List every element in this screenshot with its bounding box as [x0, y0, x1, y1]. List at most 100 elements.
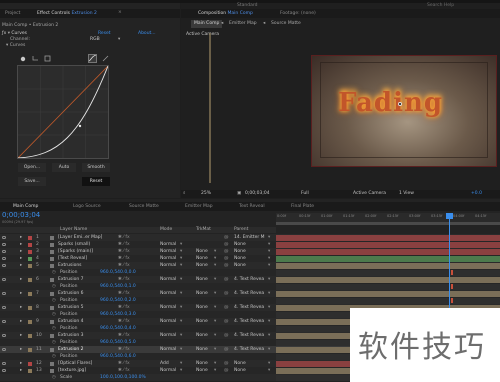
layer-duration-bar[interactable]	[276, 241, 500, 248]
layer-row[interactable]: ▸ 3 [Sparks (main)] ✱ ⁄ fx Normal ▾ None ▾ @ None…	[0, 248, 500, 255]
expand-triangle-icon[interactable]: ▸	[20, 276, 22, 283]
chevron-down-icon[interactable]: ▾	[268, 248, 270, 255]
layer-name[interactable]: [Sparks (main)]	[58, 248, 93, 255]
property-value[interactable]: 960.0,540.0,3.0	[100, 311, 136, 318]
chevron-down-icon[interactable]: ▾	[268, 332, 270, 339]
stopwatch-icon[interactable]: ◷	[52, 325, 56, 332]
reset-button[interactable]: Reset	[82, 177, 110, 186]
magnify-icon[interactable]: ⌕	[183, 190, 186, 198]
mode-select[interactable]: Normal	[160, 346, 176, 353]
curve-tool-icon[interactable]	[88, 54, 97, 63]
label-color-swatch[interactable]	[28, 319, 32, 324]
pencil-icon[interactable]	[102, 55, 109, 62]
chevron-down-icon[interactable]: ▾	[268, 290, 270, 297]
layer-duration-bar[interactable]	[276, 234, 500, 241]
parent-select[interactable]: 14. Emitter M	[234, 234, 265, 241]
parent-select[interactable]: None	[234, 262, 246, 269]
chevron-down-icon[interactable]: ▾	[268, 234, 270, 241]
switches-icon[interactable]: ✱ ⁄ fx	[118, 241, 130, 248]
label-color-swatch[interactable]	[28, 249, 32, 254]
comp-viewport[interactable]: Fading	[311, 55, 497, 167]
layer-duration-bar[interactable]	[276, 276, 500, 283]
chevron-down-icon[interactable]: ▾	[214, 276, 216, 283]
camera-icon[interactable]: ▣	[237, 190, 241, 198]
views-select[interactable]: 1 View	[399, 190, 414, 198]
chevron-down-icon[interactable]: ▾	[214, 346, 216, 353]
mode-select[interactable]: Normal	[160, 241, 176, 248]
layer-row[interactable]: ▸ 5 Extrusions ✱ ⁄ fx Normal ▾ None ▾ @ None ▾	[0, 262, 500, 269]
property-row[interactable]: ◷ Position 960.0,540.0,2.0	[0, 297, 500, 304]
visibility-eye-icon[interactable]	[2, 306, 6, 309]
chevron-down-icon[interactable]: ▾	[214, 255, 216, 262]
visibility-eye-icon[interactable]	[2, 292, 6, 295]
chevron-down-icon[interactable]: ▾	[180, 318, 182, 325]
chevron-down-icon[interactable]: ▾	[214, 304, 216, 311]
mode-select[interactable]: Normal	[160, 318, 176, 325]
switches-icon[interactable]: ✱ ⁄ fx	[118, 367, 130, 374]
chevron-down-icon[interactable]: ▾	[268, 255, 270, 262]
expand-triangle-icon[interactable]: ▸	[20, 304, 22, 311]
property-value[interactable]: 100.0,100.0,100.0%	[100, 374, 146, 381]
keyframe-icon[interactable]	[451, 270, 453, 275]
chevron-down-icon[interactable]: ▾	[268, 318, 270, 325]
parent-select[interactable]: None	[234, 360, 246, 367]
switches-icon[interactable]: ✱ ⁄ fx	[118, 262, 130, 269]
save-button[interactable]: Save...	[18, 177, 46, 186]
parent-select[interactable]: 4. Text Revea	[234, 276, 264, 283]
property-value[interactable]: 960.0,540.0,6.0	[100, 353, 136, 360]
mode-select[interactable]: Normal	[160, 290, 176, 297]
parent-select[interactable]: None	[234, 367, 246, 374]
keyframe-icon[interactable]	[451, 298, 453, 303]
parent-pickwhip-icon[interactable]: @	[224, 318, 229, 325]
parent-pickwhip-icon[interactable]: @	[224, 262, 229, 269]
anchor-point-icon[interactable]	[398, 102, 402, 106]
visibility-eye-icon[interactable]	[2, 257, 6, 260]
mode-select[interactable]: Normal	[160, 332, 176, 339]
tab-final-plate[interactable]: Final Plate	[288, 203, 317, 211]
mode-select[interactable]: Normal	[160, 304, 176, 311]
chevron-down-icon[interactable]: ▾	[180, 241, 182, 248]
tab-project[interactable]: Project	[2, 10, 23, 18]
property-value[interactable]: 960.0,540.0,0.0	[100, 269, 136, 276]
visibility-eye-icon[interactable]	[2, 362, 6, 365]
expand-triangle-icon[interactable]: ▸	[20, 318, 22, 325]
tab-effect-controls[interactable]: Effect Controls Extrusion 2	[34, 10, 100, 18]
expand-triangle-icon[interactable]: ▸	[20, 248, 22, 255]
chevron-down-icon[interactable]: ▾	[268, 304, 270, 311]
chevron-down-icon[interactable]: ▾	[214, 332, 216, 339]
parent-pickwhip-icon[interactable]: @	[224, 290, 229, 297]
camera-select[interactable]: Active Camera	[353, 190, 386, 198]
switches-icon[interactable]: ✱ ⁄ fx	[118, 248, 130, 255]
parent-select[interactable]: 4. Text Revea	[234, 290, 264, 297]
label-color-swatch[interactable]	[28, 347, 32, 352]
visibility-eye-icon[interactable]	[2, 334, 6, 337]
search-help-label[interactable]: Search Help	[427, 3, 454, 9]
zoom-select[interactable]: 25%	[201, 190, 211, 198]
rgb-channel-icon[interactable]	[20, 56, 26, 62]
chevron-down-icon[interactable]: ▾	[268, 367, 270, 374]
switches-icon[interactable]: ✱ ⁄ fx	[118, 360, 130, 367]
mode-select[interactable]: Normal	[160, 367, 176, 374]
trkmat-select[interactable]: None	[196, 290, 208, 297]
smooth-button[interactable]: Smooth	[82, 163, 110, 172]
trkmat-select[interactable]: None	[196, 262, 208, 269]
open-button[interactable]: Open...	[18, 163, 46, 172]
sub-tab-emitter-map[interactable]: Emitter Map	[229, 20, 257, 28]
chevron-down-icon[interactable]: ▾	[180, 367, 182, 374]
switches-icon[interactable]: ✱ ⁄ fx	[118, 304, 130, 311]
visibility-eye-icon[interactable]	[2, 250, 6, 253]
chevron-down-icon[interactable]: ▾	[180, 248, 182, 255]
playhead-handle[interactable]	[446, 213, 453, 219]
property-value[interactable]: 960.0,540.0,5.0	[100, 339, 136, 346]
workspace-label[interactable]: Standard	[237, 3, 257, 9]
label-color-swatch[interactable]	[28, 263, 32, 268]
mode-select[interactable]: Normal	[160, 276, 176, 283]
layer-name[interactable]: Extrusion 6	[58, 290, 83, 297]
visibility-eye-icon[interactable]	[2, 320, 6, 323]
chevron-down-icon[interactable]: ▾	[214, 290, 216, 297]
layer-name[interactable]: [Optical Flares]	[58, 360, 92, 367]
stopwatch-icon[interactable]: ◷	[52, 311, 56, 318]
stopwatch-icon[interactable]: ◷	[52, 374, 56, 381]
chevron-down-icon[interactable]: ▾	[214, 360, 216, 367]
layer-name[interactable]: Extrusions	[58, 262, 82, 269]
